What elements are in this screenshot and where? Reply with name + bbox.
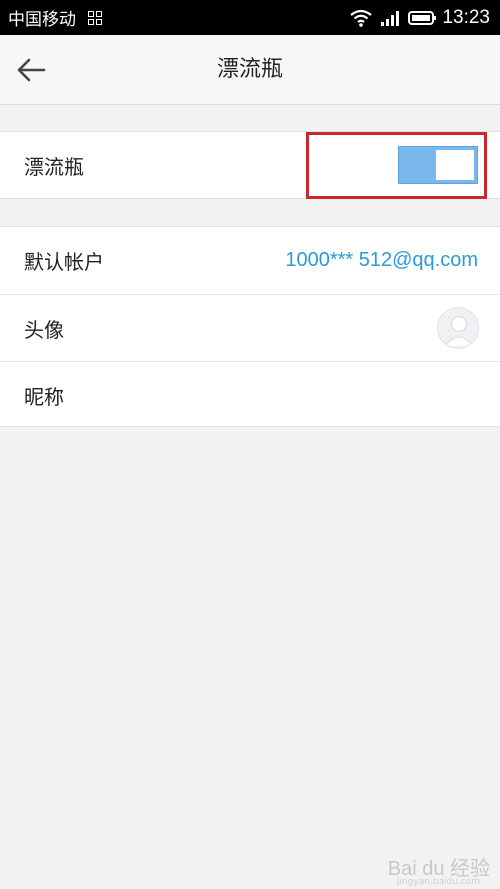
avatar-label: 头像 — [24, 317, 64, 342]
default-account-value: 1000*** 512@qq.com — [285, 249, 478, 271]
default-account-label: 默认帐户 — [24, 250, 104, 274]
carrier-name: 中国移动 — [8, 10, 76, 30]
signal-icon — [381, 10, 400, 26]
page-title: 漂流瓶 — [216, 57, 283, 82]
default-account-row[interactable]: 默认帐户 1000*** 512@qq.com — [0, 227, 500, 294]
default-avatar-icon[interactable] — [437, 307, 479, 349]
nickname-label: 昵称 — [24, 384, 64, 409]
app-header: 漂流瓶 — [0, 35, 500, 105]
drift-bottle-row[interactable]: 漂流瓶 — [0, 132, 500, 199]
status-bar: 中国移动 13:23 — [0, 0, 500, 35]
avatar-row[interactable]: 头像 — [0, 294, 500, 361]
drift-bottle-toggle[interactable] — [398, 146, 478, 184]
nickname-row[interactable]: 昵称 — [0, 361, 500, 428]
drift-bottle-group: 漂流瓶 — [0, 131, 500, 199]
wifi-icon — [350, 9, 373, 27]
clock: 13:23 — [442, 6, 490, 28]
toggle-knob — [436, 150, 474, 180]
watermark-url: jingyan.baidu.com — [396, 877, 480, 887]
drift-bottle-label: 漂流瓶 — [24, 155, 84, 179]
battery-icon — [408, 10, 437, 25]
profile-group: 默认帐户 1000*** 512@qq.com 头像 昵称 — [0, 226, 500, 427]
grid-icon — [88, 10, 102, 25]
